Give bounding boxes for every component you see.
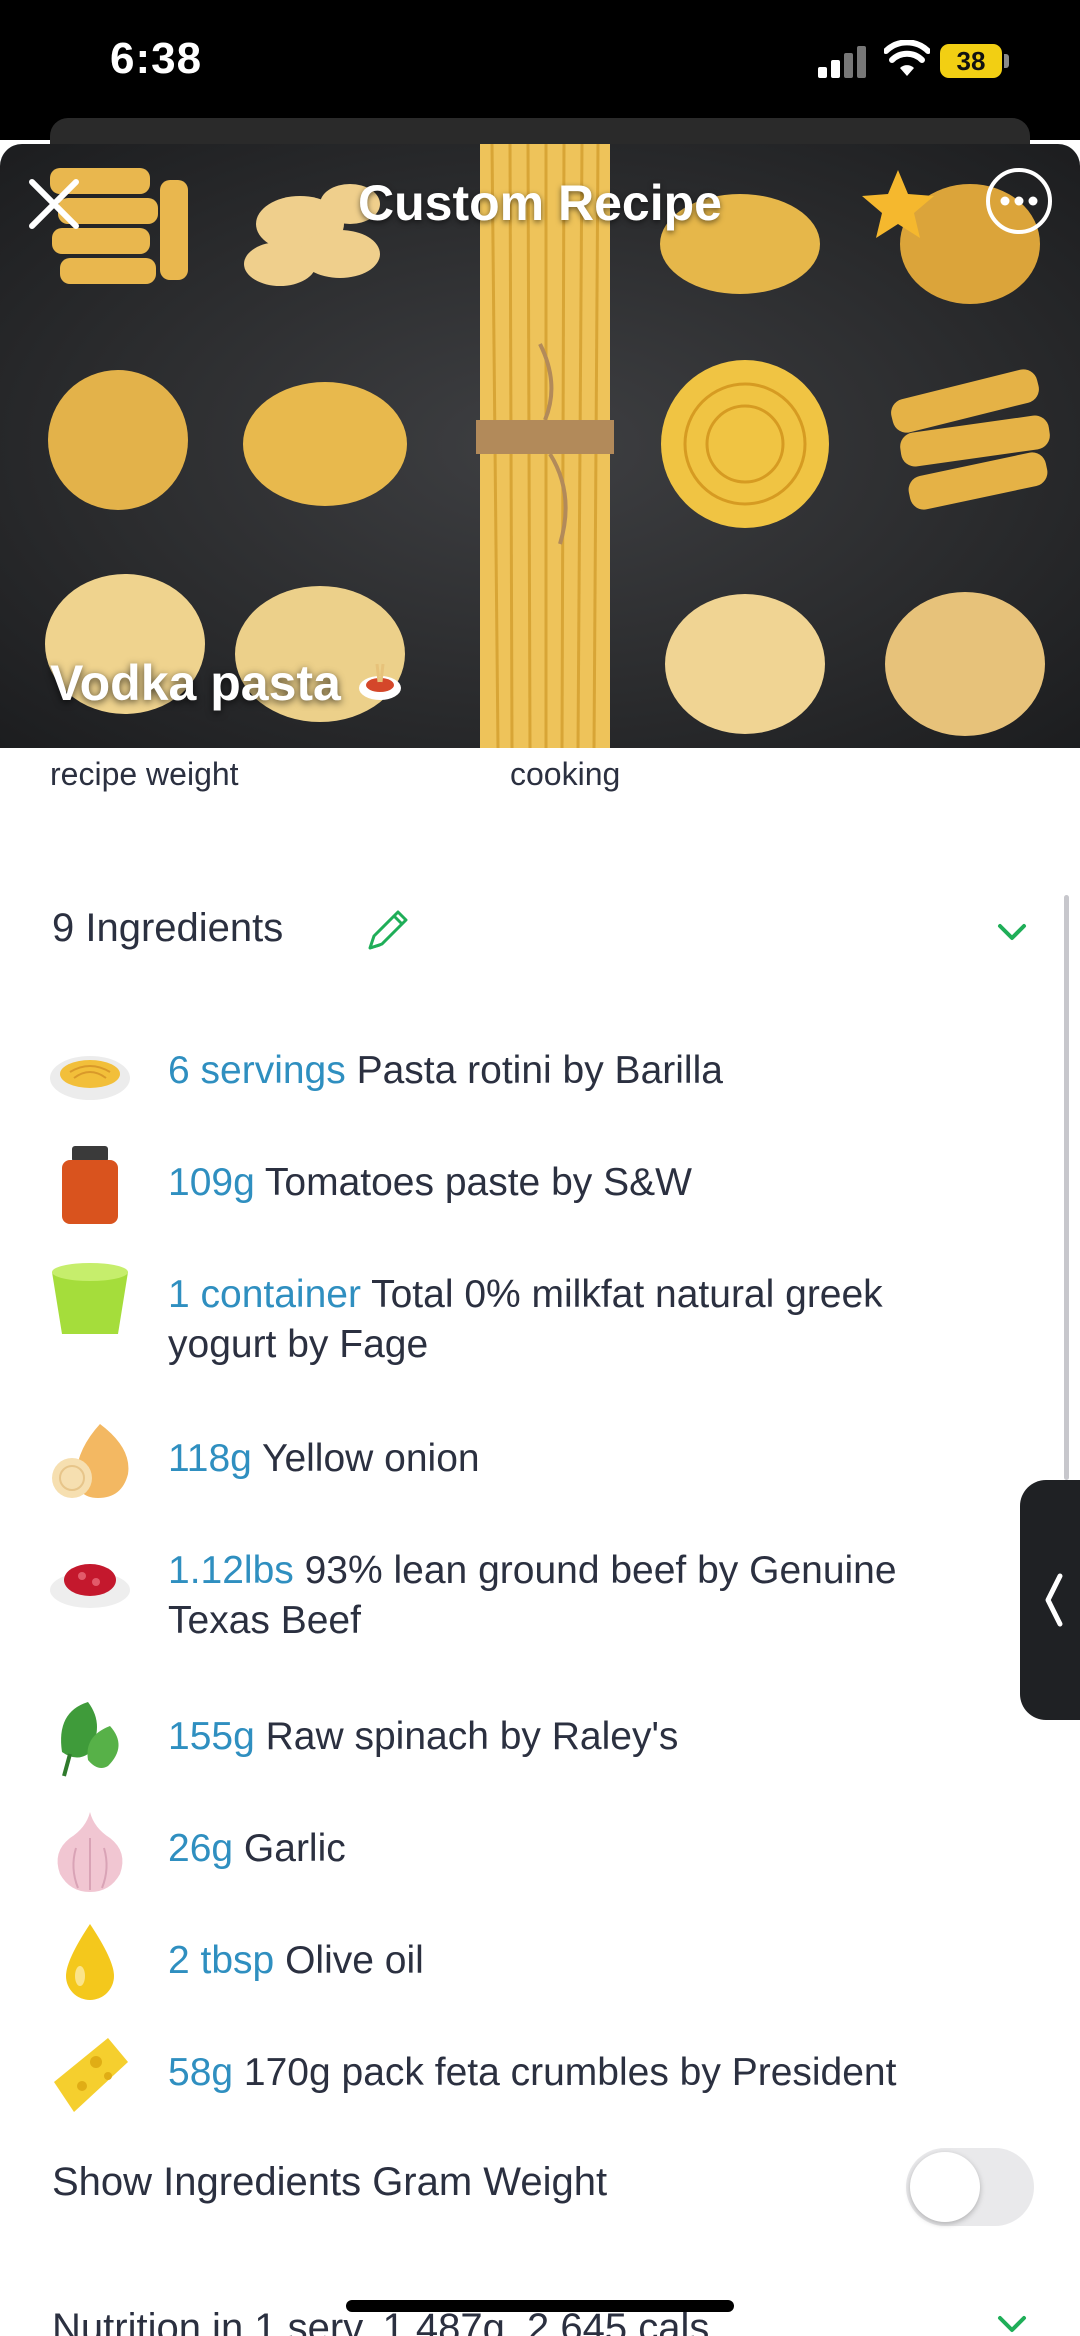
ingredient-text: 118g Yellow onion [168,1434,998,1484]
ingredient-name: Pasta rotini by Barilla [356,1049,723,1092]
ingredient-quantity[interactable]: 155g [168,1715,255,1758]
garlic-icon [57,1812,123,1892]
ingredient-quantity[interactable]: 2 tbsp [168,1939,274,1982]
ingredient-quantity[interactable]: 26g [168,1827,233,1870]
ingredient-text: 109g Tomatoes paste by S&W [168,1158,998,1208]
spaghetti-plate-icon [50,1056,130,1100]
ingredient-name: Garlic [243,1827,346,1870]
ingredient-name: Raw spinach by Raley's [265,1715,679,1758]
ingredient-text: 1 container Total 0% milkfat natural gre… [168,1270,998,1370]
ingredient-text: 1.12lbs 93% lean ground beef by Genuine … [168,1546,998,1646]
ingredient-name: Olive oil [285,1939,424,1982]
spaghetti-emoji-icon [358,663,401,700]
ingredients-header: 9 Ingredients [52,906,284,950]
cellular-signal-icon [818,46,868,78]
ingredient-quantity[interactable]: 118g [168,1437,252,1480]
ingredient-quantity[interactable]: 109g [168,1161,255,1204]
battery-level: 38 [956,46,986,76]
ingredient-text: 58g 170g pack feta crumbles by President [168,2048,998,2098]
ingredient-text: 2 tbsp Olive oil [168,1936,998,1986]
recipe-name-text: Vodka pasta [50,655,341,711]
more-options-icon[interactable] [984,166,1054,236]
home-indicator [346,2300,734,2312]
wifi-icon [884,40,930,76]
chevron-down-icon[interactable] [992,2310,1032,2336]
ingredient-quantity[interactable]: 1 container [168,1273,361,1316]
yogurt-cup-icon [52,1263,128,1334]
ground-meat-icon [50,1564,130,1608]
ingredient-name: Yellow onion [262,1437,480,1480]
recipe-weight-label: recipe weight [50,756,239,792]
oil-drop-icon [66,1924,114,2000]
recipe-name: Vodka pasta [50,654,403,712]
scrollbar[interactable] [1064,895,1069,1480]
cooking-label: cooking [510,756,621,792]
ingredient-text: 26g Garlic [168,1824,998,1874]
battery-icon: 38 [940,44,1002,78]
jar-icon [62,1146,118,1224]
battery-tip [1004,54,1009,68]
chevron-left-icon [1045,1573,1063,1627]
favorite-star-icon[interactable] [858,164,938,244]
cheese-icon [54,2038,128,2112]
chevron-down-icon[interactable] [992,918,1032,948]
ingredient-name: 170g pack feta crumbles by President [243,2051,897,2094]
show-gram-weight-toggle[interactable] [906,2148,1034,2226]
ingredient-text: 6 servings Pasta rotini by Barilla [168,1046,998,1096]
side-panel-handle[interactable] [1020,1480,1080,1720]
ingredient-name: Tomatoes paste by S&W [264,1161,692,1204]
ingredient-quantity[interactable]: 58g [168,2051,233,2094]
recipe-hero-image: Custom Recipe Vodka pasta [0,144,1080,748]
show-gram-weight-label: Show Ingredients Gram Weight [52,2160,608,2204]
spinach-icon [61,1702,119,1777]
ingredient-text: 155g Raw spinach by Raley's [168,1712,998,1762]
onion-icon [52,1424,129,1498]
edit-pencil-icon[interactable] [360,902,416,958]
status-time: 6:38 [110,34,203,83]
ingredient-quantity[interactable]: 6 servings [168,1049,346,1092]
toggle-knob [910,2152,980,2222]
ingredient-quantity[interactable]: 1.12lbs [168,1549,294,1592]
